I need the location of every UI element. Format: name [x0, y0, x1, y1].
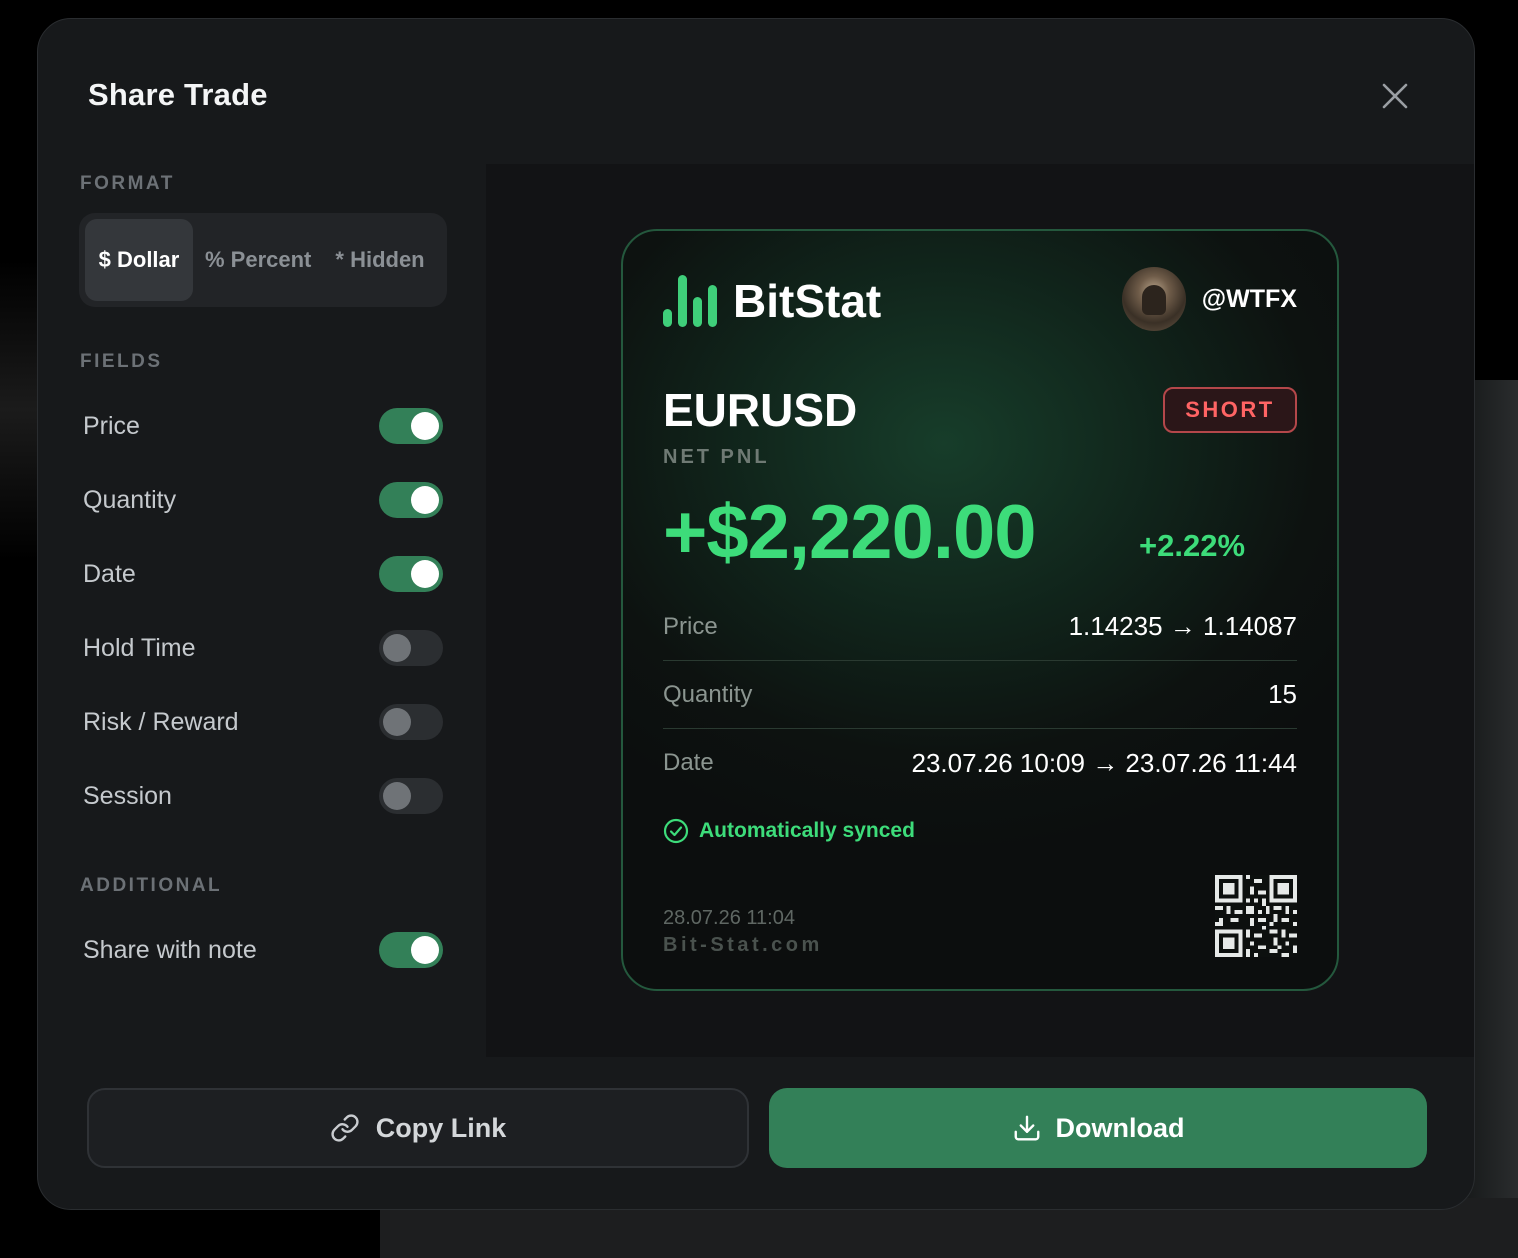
pnl-percent: +2.22% — [1139, 528, 1246, 563]
format-selector: $ Dollar % Percent * Hidden — [79, 213, 447, 307]
sync-status: Automatically synced — [663, 818, 915, 844]
session-toggle[interactable] — [379, 778, 443, 814]
field-row-hold-time: Hold Time — [83, 628, 443, 668]
field-row-risk-reward: Risk / Reward — [83, 702, 443, 742]
copy-link-label: Copy Link — [375, 1112, 507, 1143]
detail-row-price: Price 1.14235 → 1.14087 — [663, 593, 1297, 661]
additional-section-label: ADDITIONAL — [80, 875, 223, 896]
detail-row-quantity: Quantity 15 — [663, 661, 1297, 729]
field-label: Quantity — [83, 485, 177, 514]
price-toggle[interactable] — [379, 408, 443, 444]
share-trade-modal: Share Trade FORMAT $ Dollar % Percent * … — [37, 18, 1475, 1210]
detail-value: 15 — [1268, 679, 1297, 709]
field-label: Share with note — [83, 935, 257, 964]
field-row-session: Session — [83, 776, 443, 816]
download-icon — [1014, 1115, 1039, 1141]
field-label: Date — [83, 559, 136, 588]
trade-side-badge: SHORT — [1163, 387, 1297, 433]
format-option-hidden[interactable]: * Hidden — [323, 219, 436, 301]
field-row-quantity: Quantity — [83, 480, 443, 520]
format-option-percent[interactable]: % Percent — [193, 219, 323, 301]
download-label: Download — [1055, 1112, 1185, 1143]
detail-value: 1.14235 → 1.14087 — [1068, 611, 1297, 641]
risk-reward-toggle[interactable] — [379, 704, 443, 740]
date-toggle[interactable] — [379, 556, 443, 592]
user-profile: @WTFX — [1121, 267, 1297, 331]
link-icon — [331, 1114, 359, 1142]
card-site: Bit-Stat.com — [663, 934, 823, 956]
backdrop-glow — [0, 260, 40, 560]
share-with-note-toggle[interactable] — [379, 932, 443, 968]
bar-chart-logo-icon — [663, 275, 717, 327]
preview-area: BitStat @WTFX EURUSD SHORT NET PNL +$2,2… — [486, 164, 1474, 1057]
username: @WTFX — [1201, 284, 1297, 313]
detail-label: Quantity — [663, 680, 753, 708]
sync-status-text: Automatically synced — [699, 819, 915, 842]
pnl-value: +$2,220.00 — [663, 490, 1036, 575]
brand-logo: BitStat — [663, 275, 881, 327]
trade-symbol: EURUSD — [663, 384, 858, 436]
modal-title: Share Trade — [88, 77, 268, 112]
trade-card-preview: BitStat @WTFX EURUSD SHORT NET PNL +$2,2… — [621, 229, 1339, 991]
hold-time-toggle[interactable] — [379, 630, 443, 666]
field-row-date: Date — [83, 554, 443, 594]
close-icon — [1382, 83, 1408, 109]
copy-link-button[interactable]: Copy Link — [87, 1088, 749, 1168]
field-label: Price — [83, 411, 140, 440]
format-option-dollar[interactable]: $ Dollar — [85, 219, 193, 301]
field-label: Hold Time — [83, 633, 196, 662]
pnl-label: NET PNL — [663, 446, 770, 468]
detail-value: 23.07.26 10:09 → 23.07.26 11:44 — [911, 747, 1297, 778]
brand-name: BitStat — [733, 275, 882, 327]
card-timestamp: 28.07.26 11:04 — [663, 907, 795, 929]
detail-label: Date — [663, 749, 714, 776]
close-button[interactable] — [1378, 79, 1412, 113]
field-label: Session — [83, 781, 172, 810]
qr-code-icon — [1215, 875, 1297, 957]
download-button[interactable]: Download — [769, 1088, 1427, 1168]
field-label: Risk / Reward — [83, 707, 239, 736]
detail-label: Price — [663, 612, 718, 640]
check-circle-icon — [663, 818, 689, 844]
avatar — [1121, 267, 1186, 331]
field-row-share-with-note: Share with note — [83, 930, 443, 970]
format-section-label: FORMAT — [80, 173, 175, 194]
field-row-price: Price — [83, 406, 443, 446]
fields-section-label: FIELDS — [80, 351, 163, 372]
quantity-toggle[interactable] — [379, 482, 443, 518]
detail-row-date: Date 23.07.26 10:09 → 23.07.26 11:44 — [663, 729, 1297, 797]
